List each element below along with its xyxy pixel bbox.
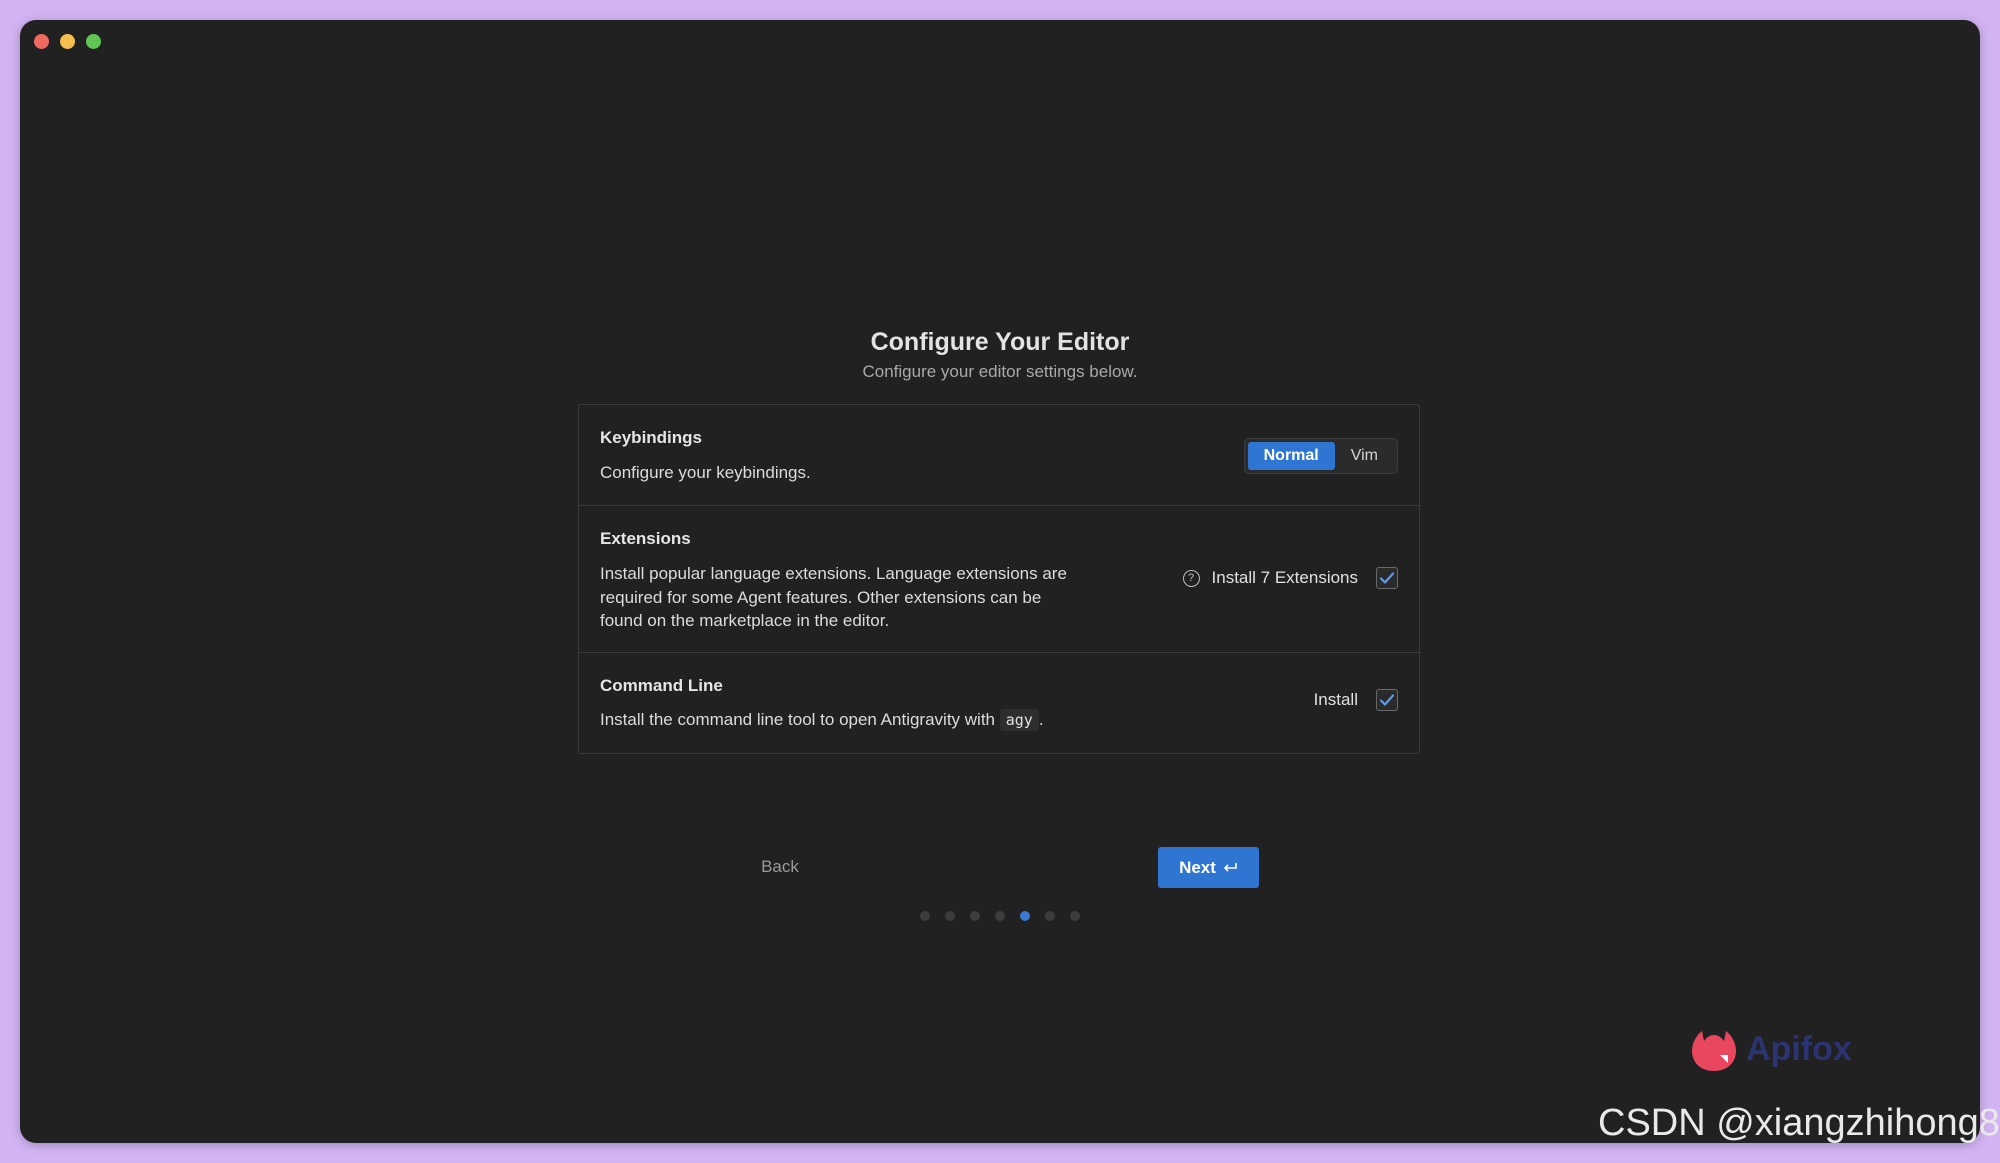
command-line-title: Command Line <box>600 676 723 695</box>
step-dot <box>995 911 1005 921</box>
install-extensions-checkbox[interactable] <box>1376 567 1398 589</box>
checkmark-icon <box>1379 572 1395 584</box>
checkmark-icon <box>1379 694 1395 706</box>
command-line-description-suffix: . <box>1038 710 1044 729</box>
window-controls <box>34 34 101 49</box>
apifox-text: Apifox <box>1746 1029 1852 1068</box>
close-window-button[interactable] <box>34 34 49 49</box>
extensions-row: Extensions Install popular language exte… <box>579 506 1419 653</box>
command-line-description: Install the command line tool to open An… <box>600 708 1044 733</box>
step-dot <box>1070 911 1080 921</box>
csdn-watermark: CSDN @xiangzhihong8 <box>1598 1102 2000 1144</box>
maximize-window-button[interactable] <box>86 34 101 49</box>
install-cli-option: Install <box>1314 689 1398 711</box>
keybinding-normal-option[interactable]: Normal <box>1247 442 1335 470</box>
extensions-description: Install popular language extensions. Lan… <box>600 564 1067 630</box>
step-dot <box>1045 911 1055 921</box>
keybindings-row: Keybindings Configure your keybindings. … <box>579 405 1419 506</box>
next-button-label: Next <box>1179 857 1216 877</box>
keybindings-title: Keybindings <box>600 428 703 447</box>
enter-key-icon <box>1223 862 1237 872</box>
page-subtitle: Configure your editor settings below. <box>862 362 1138 381</box>
step-dot-active <box>1020 911 1030 921</box>
install-extensions-label[interactable]: Install 7 Extensions <box>1212 568 1358 588</box>
app-window: Configure Your Editor Configure your edi… <box>20 20 1980 1143</box>
command-line-description-text: Install the command line tool to open An… <box>600 710 995 729</box>
apifox-watermark: Apifox <box>1688 1025 1852 1073</box>
install-cli-checkbox[interactable] <box>1376 689 1398 711</box>
step-dot <box>945 911 955 921</box>
step-dot <box>920 911 930 921</box>
step-dot <box>970 911 980 921</box>
install-extensions-option: ? Install 7 Extensions <box>1182 567 1398 589</box>
next-button[interactable]: Next <box>1158 847 1259 888</box>
back-button[interactable]: Back <box>740 847 820 887</box>
apifox-logo-icon <box>1692 1031 1736 1071</box>
keybindings-toggle: Normal Vim <box>1243 438 1398 474</box>
command-line-row: Command Line Install the command line to… <box>579 653 1419 753</box>
command-code: agy <box>999 709 1039 731</box>
minimize-window-button[interactable] <box>60 34 75 49</box>
keybinding-vim-option[interactable]: Vim <box>1335 442 1394 470</box>
page-title: Configure Your Editor <box>870 328 1130 356</box>
extensions-title: Extensions <box>600 529 691 548</box>
install-cli-label[interactable]: Install <box>1314 690 1358 710</box>
question-circle-icon[interactable]: ? <box>1182 569 1200 587</box>
settings-panel: Keybindings Configure your keybindings. … <box>578 404 1420 754</box>
step-indicator <box>20 911 1980 921</box>
keybindings-description: Configure your keybindings. <box>600 463 811 482</box>
